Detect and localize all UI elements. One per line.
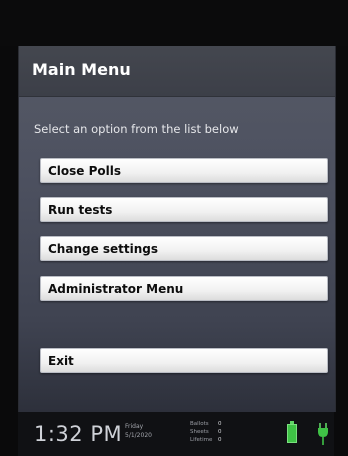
change-settings-button[interactable]: Change settings bbox=[40, 236, 328, 261]
voting-machine-screen: Main Menu Select an option from the list… bbox=[0, 0, 348, 456]
counter-row: Ballots 0 bbox=[190, 420, 222, 428]
main-menu-panel: Main Menu Select an option from the list… bbox=[18, 46, 336, 412]
instruction-text: Select an option from the list below bbox=[34, 122, 239, 136]
counter-label: Sheets bbox=[190, 429, 209, 435]
counter-row: Lifetime 0 bbox=[190, 436, 222, 444]
counters-block: Ballots 0 Sheets 0 Lifetime 0 bbox=[190, 420, 222, 444]
counter-row: Sheets 0 bbox=[190, 428, 222, 436]
counter-label: Lifetime bbox=[190, 437, 213, 443]
close-polls-label: Close Polls bbox=[48, 164, 122, 178]
title-bar: Main Menu bbox=[19, 46, 335, 97]
status-bar: 1:32 PM Friday 5/1/2020 Ballots 0 Sheets… bbox=[18, 412, 334, 456]
run-tests-label: Run tests bbox=[48, 203, 113, 217]
counter-value: 0 bbox=[218, 429, 222, 435]
counter-value: 0 bbox=[218, 437, 222, 443]
battery-icon bbox=[287, 421, 297, 443]
power-plug-icon bbox=[318, 423, 328, 445]
exit-button[interactable]: Exit bbox=[40, 348, 328, 373]
clock-time: 1:32 PM bbox=[34, 422, 123, 446]
administrator-menu-button[interactable]: Administrator Menu bbox=[40, 276, 328, 301]
administrator-menu-label: Administrator Menu bbox=[48, 282, 184, 296]
run-tests-button[interactable]: Run tests bbox=[40, 197, 328, 222]
day-of-week: Friday bbox=[125, 423, 144, 430]
exit-label: Exit bbox=[48, 354, 74, 368]
counter-value: 0 bbox=[218, 421, 222, 427]
counter-label: Ballots bbox=[190, 421, 209, 427]
current-date: 5/1/2020 bbox=[125, 432, 152, 439]
top-band bbox=[0, 0, 348, 46]
date-block: Friday 5/1/2020 bbox=[125, 422, 152, 440]
change-settings-label: Change settings bbox=[48, 242, 159, 256]
page-title: Main Menu bbox=[32, 60, 131, 79]
close-polls-button[interactable]: Close Polls bbox=[40, 158, 328, 183]
